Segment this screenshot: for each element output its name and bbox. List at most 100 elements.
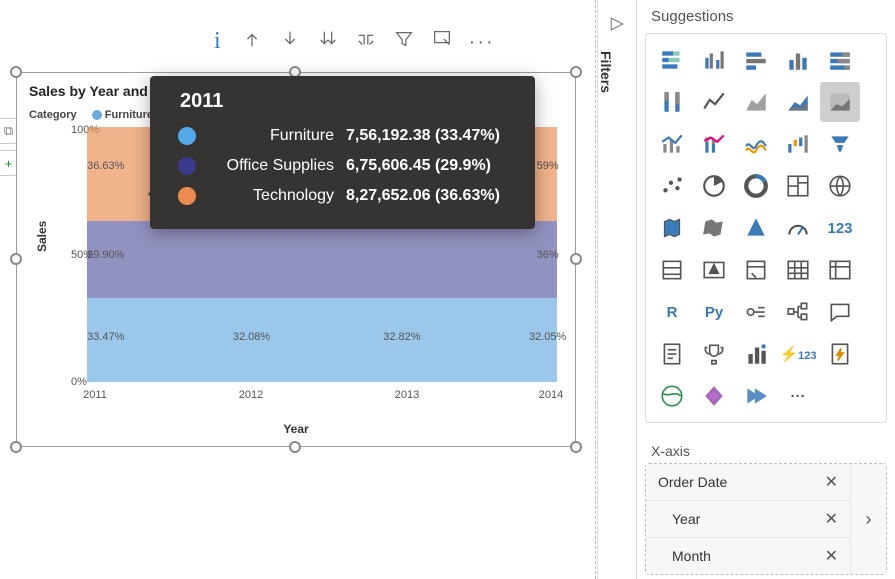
viz-clustered-bar[interactable] — [778, 40, 818, 80]
viz-area[interactable] — [736, 82, 776, 122]
viz-stacked-bar[interactable] — [652, 40, 692, 80]
data-label: 32.08% — [233, 331, 270, 343]
viz-pie[interactable] — [694, 166, 734, 206]
info-icon[interactable]: i — [210, 28, 225, 55]
series-area-furniture[interactable] — [87, 298, 557, 382]
viz-multi-row-card[interactable] — [652, 250, 692, 290]
viz-100-stacked-area[interactable] — [820, 82, 860, 122]
viz-kpi[interactable] — [694, 250, 734, 290]
resize-handle-br[interactable] — [570, 441, 582, 453]
ytick-0: 0% — [71, 376, 87, 388]
viz-slicer[interactable] — [736, 250, 776, 290]
viz-card-123[interactable]: 123 — [820, 208, 860, 248]
viz-matrix[interactable] — [820, 250, 860, 290]
series-area-office[interactable] — [87, 221, 557, 298]
viz-line[interactable] — [694, 82, 734, 122]
tooltip-dot-icon — [178, 127, 196, 145]
sort-icon[interactable] — [317, 28, 339, 55]
field-options-button[interactable]: › — [850, 464, 886, 574]
legend-title: Category — [29, 109, 77, 121]
viz-100-stacked-bar[interactable] — [820, 40, 860, 80]
drill-icon[interactable] — [355, 28, 377, 55]
resize-handle-tr[interactable] — [570, 66, 582, 78]
legend-item-furniture[interactable]: Furniture — [105, 109, 153, 121]
viz-line-stacked[interactable] — [694, 124, 734, 164]
xtick: 2013 — [395, 389, 419, 401]
viz-py[interactable]: Py — [694, 292, 734, 332]
pin-up-icon[interactable] — [241, 28, 263, 55]
viz-100-stacked-column[interactable] — [652, 82, 692, 122]
field-pill-order-date[interactable]: Order Date ✕ — [646, 464, 850, 501]
viz-donut[interactable] — [736, 166, 776, 206]
viz-arcgis[interactable] — [652, 376, 692, 416]
viz-power-apps[interactable] — [694, 376, 734, 416]
resize-handle-bm[interactable] — [289, 441, 301, 453]
field-label: Year — [672, 511, 700, 527]
pin-down-icon[interactable] — [279, 28, 301, 55]
viz-power-automate[interactable] — [736, 376, 776, 416]
data-label: 33.47% — [87, 331, 124, 343]
suggestions-header: Suggestions — [637, 0, 895, 33]
xtick: 2012 — [239, 389, 263, 401]
right-panels: Filters Suggestions 123RPy⚡123··· X-axis… — [597, 0, 895, 579]
viz-lightning-report[interactable] — [820, 334, 860, 374]
tooltip-value: 6,75,606.45 (29.9%) — [346, 157, 491, 175]
viz-lightning-123[interactable]: ⚡123 — [778, 334, 818, 374]
filter-icon[interactable] — [393, 28, 415, 55]
xtick: 2014 — [539, 389, 563, 401]
viz-gauge[interactable] — [778, 208, 818, 248]
data-label: 29.90% — [87, 249, 124, 261]
filters-chevron-icon[interactable] — [607, 21, 627, 38]
viz-key-influencers[interactable] — [736, 292, 776, 332]
viz-r[interactable]: R — [652, 292, 692, 332]
chart-tooltip: 2011 Furniture 7,56,192.38 (33.47%) Offi… — [150, 76, 535, 229]
tooltip-value: 7,56,192.38 (33.47%) — [346, 127, 500, 145]
xtick: 2011 — [83, 389, 107, 401]
viz-qna[interactable] — [820, 292, 860, 332]
tooltip-dot-icon — [178, 157, 196, 175]
viz-scatter[interactable] — [652, 166, 692, 206]
viz-bar-goal[interactable] — [736, 334, 776, 374]
viz-more[interactable]: ··· — [778, 376, 818, 416]
remove-field-icon[interactable]: ✕ — [825, 509, 838, 529]
resize-handle-tl[interactable] — [10, 66, 22, 78]
viz-waterfall[interactable] — [778, 124, 818, 164]
tooltip-label: Technology — [214, 187, 334, 205]
viz-azure-map[interactable] — [736, 208, 776, 248]
viz-decomposition-tree[interactable] — [778, 292, 818, 332]
x-axis-label: Year — [283, 422, 308, 436]
data-label: 59% — [537, 160, 559, 172]
tooltip-row: Furniture 7,56,192.38 (33.47%) — [178, 121, 515, 151]
viz-funnel[interactable] — [820, 124, 860, 164]
viz-map-globe[interactable] — [820, 166, 860, 206]
viz-shape-map[interactable] — [694, 208, 734, 248]
report-canvas[interactable]: ⧉ + i ··· Sales by Year and Category Cat… — [0, 0, 597, 579]
viz-stacked-bar-h[interactable] — [736, 40, 776, 80]
xaxis-well-body[interactable]: Order Date ✕ Year ✕ Month ✕ › — [645, 463, 887, 575]
visual-types-grid: 123 RPy ⚡123··· — [645, 33, 887, 423]
expand-icon[interactable] — [431, 28, 453, 55]
filters-pane-collapsed[interactable]: Filters — [597, 0, 637, 579]
viz-trophy[interactable] — [694, 334, 734, 374]
tooltip-dot-icon — [178, 187, 196, 205]
viz-line-column[interactable] — [652, 124, 692, 164]
viz-clustered-column[interactable] — [694, 40, 734, 80]
viz-treemap[interactable] — [778, 166, 818, 206]
field-pill-month[interactable]: Month ✕ — [646, 538, 850, 574]
chevron-right-icon: › — [866, 509, 872, 530]
remove-field-icon[interactable]: ✕ — [825, 546, 838, 566]
viz-filled-map[interactable] — [652, 208, 692, 248]
viz-wave[interactable] — [736, 124, 776, 164]
more-options-icon[interactable]: ··· — [469, 37, 495, 47]
viz-stacked-area[interactable] — [778, 82, 818, 122]
resize-handle-bl[interactable] — [10, 441, 22, 453]
viz-table[interactable] — [778, 250, 818, 290]
canvas-divider — [595, 0, 596, 579]
resize-handle-ml[interactable] — [10, 253, 22, 265]
resize-handle-mr[interactable] — [570, 253, 582, 265]
visual-toolbar: i ··· — [210, 28, 495, 55]
viz-paginated[interactable] — [652, 334, 692, 374]
tooltip-label: Office Supplies — [214, 157, 334, 175]
field-pill-year[interactable]: Year ✕ — [646, 501, 850, 538]
remove-field-icon[interactable]: ✕ — [825, 472, 838, 492]
